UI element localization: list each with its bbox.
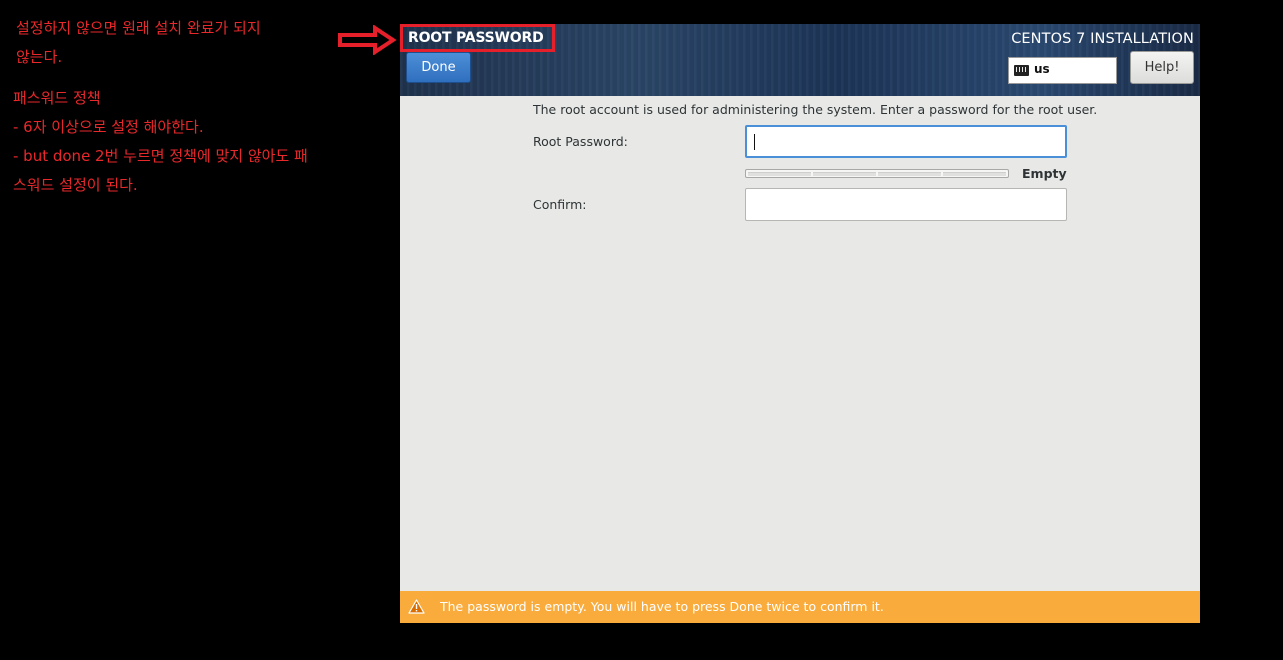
keyboard-layout-label: us <box>1034 62 1050 76</box>
annotation-line: 않는다. <box>16 48 63 66</box>
password-strength-bar <box>745 169 1009 178</box>
warning-bar: The password is empty. You will have to … <box>400 591 1200 623</box>
installer-window: ROOT PASSWORD Done CENTOS 7 INSTALLATION… <box>400 24 1200 623</box>
keyboard-icon <box>1014 65 1029 76</box>
annotation-line: 설정하지 않으면 원래 설치 완료가 되지 <box>16 19 261 37</box>
strength-label: Empty <box>1022 166 1067 181</box>
annotation-line: 스워드 설정이 된다. <box>13 176 138 194</box>
header-bar: ROOT PASSWORD Done CENTOS 7 INSTALLATION… <box>400 24 1200 96</box>
strength-segment <box>878 172 941 176</box>
strength-segment <box>748 172 811 176</box>
annotation-arrow-icon <box>338 25 397 55</box>
done-button[interactable]: Done <box>406 52 471 83</box>
text-caret <box>754 134 755 150</box>
strength-segment <box>813 172 876 176</box>
root-password-input[interactable] <box>745 125 1067 158</box>
intro-text: The root account is used for administeri… <box>533 102 1098 117</box>
warning-message: The password is empty. You will have to … <box>440 599 884 614</box>
product-title: CENTOS 7 INSTALLATION <box>1011 31 1194 47</box>
annotation-line: - 6자 이상으로 설정 해야한다. <box>13 118 204 136</box>
warning-icon <box>408 599 425 614</box>
screen-title: ROOT PASSWORD <box>400 24 555 52</box>
confirm-label: Confirm: <box>533 197 587 212</box>
annotation-note-top: 설정하지 않으면 원래 설치 완료가 되지 않는다. <box>16 14 336 72</box>
keyboard-layout-indicator[interactable]: us <box>1008 57 1117 84</box>
help-button[interactable]: Help! <box>1130 51 1194 84</box>
annotation-line: - but done 2번 누르면 정책에 맞지 않아도 패 <box>13 147 308 165</box>
confirm-password-input[interactable] <box>745 188 1067 221</box>
strength-segment <box>943 172 1006 176</box>
annotation-line: 패스워드 정책 <box>13 89 101 107</box>
annotation-note-policy: 패스워드 정책 - 6자 이상으로 설정 해야한다. - but done 2번… <box>13 84 383 200</box>
root-password-label: Root Password: <box>533 134 628 149</box>
